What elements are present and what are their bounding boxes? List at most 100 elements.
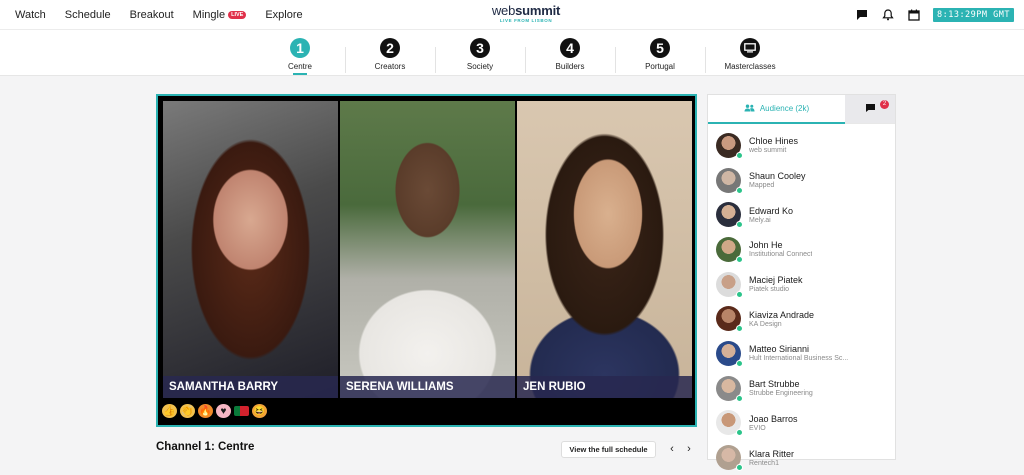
person-company: Rentech1 bbox=[749, 459, 779, 467]
stage-label-centre: Centre bbox=[287, 62, 312, 71]
stage-number-5: 5 bbox=[650, 38, 670, 58]
nav-breakout-label: Breakout bbox=[129, 9, 174, 21]
panel-tabs: Audience (2k) 2 bbox=[708, 95, 895, 124]
tab-audience[interactable]: Audience (2k) bbox=[708, 95, 845, 124]
avatar bbox=[716, 340, 743, 367]
avatar bbox=[716, 375, 743, 402]
view-schedule-button[interactable]: View the full schedule bbox=[561, 441, 656, 458]
portugal-flag-icon[interactable] bbox=[234, 406, 249, 416]
stage-number-4: 4 bbox=[560, 38, 580, 58]
chevron-left-icon[interactable]: ‹ bbox=[666, 441, 678, 457]
tab-creators[interactable]: 2 Creators bbox=[345, 30, 435, 76]
person-name: Chloe Hines bbox=[749, 136, 799, 147]
list-item[interactable]: John He Institutional Connect bbox=[708, 232, 895, 267]
online-status-dot bbox=[736, 394, 743, 402]
tab-centre[interactable]: 1 Centre bbox=[255, 30, 345, 76]
nav-watch-label: Watch bbox=[15, 9, 46, 21]
list-item[interactable]: Chloe Hines web summit bbox=[708, 128, 895, 163]
stage-label-masterclasses: Masterclasses bbox=[724, 62, 776, 71]
list-item[interactable]: Kiaviza Andrade KA Design bbox=[708, 301, 895, 336]
clap-icon[interactable]: 👏 bbox=[180, 404, 195, 418]
list-item[interactable]: Joao Barros EVIO bbox=[708, 406, 895, 441]
chat-unread-badge: 2 bbox=[880, 100, 889, 109]
online-status-dot bbox=[736, 325, 743, 333]
audience-list: Chloe Hines web summit Shaun Cooley Mapped… bbox=[708, 124, 895, 475]
active-tab-indicator bbox=[293, 73, 307, 75]
list-item[interactable]: Bart Strubbe Strubbe Engineering bbox=[708, 371, 895, 406]
avatar bbox=[716, 167, 743, 194]
nav-explore[interactable]: Explore bbox=[265, 9, 302, 21]
audience-panel: Audience (2k) 2 Chloe Hines web summit Sh… bbox=[707, 94, 896, 472]
stage-tabs: 1 Centre 2 Creators 3 Society 4 Builders… bbox=[0, 30, 1024, 76]
chat-icon[interactable] bbox=[855, 8, 869, 22]
avatar bbox=[716, 202, 743, 229]
stage-label-creators: Creators bbox=[374, 62, 406, 71]
websummit-logo[interactable]: websummit LIVE FROM LISBON bbox=[491, 3, 561, 23]
nav-schedule[interactable]: Schedule bbox=[65, 9, 111, 21]
person-name: Kiaviza Andrade bbox=[749, 309, 815, 320]
avatar bbox=[716, 410, 743, 437]
live-badge: LIVE bbox=[228, 11, 247, 19]
calendar-icon[interactable] bbox=[907, 8, 921, 22]
avatar bbox=[716, 132, 743, 159]
online-status-dot bbox=[736, 464, 743, 472]
primary-nav: Watch Schedule Breakout Mingle LIVE Explo… bbox=[15, 0, 322, 30]
list-item[interactable]: Edward Ko Mely.ai bbox=[708, 197, 895, 232]
online-status-dot bbox=[736, 151, 743, 159]
speaker-name-bar: SERENA WILLIAMS bbox=[340, 376, 515, 398]
online-status-dot bbox=[736, 221, 743, 229]
list-item[interactable]: Matteo Sirianni Hult International Busine… bbox=[708, 336, 895, 371]
tab-society[interactable]: 3 Society bbox=[435, 30, 525, 76]
reaction-bar: 👍 👏 🔥 ♥ 😆 bbox=[162, 404, 267, 418]
tab-chat[interactable]: 2 bbox=[845, 95, 895, 123]
person-name: Maciej Piatek bbox=[749, 275, 803, 286]
person-company: KA Design bbox=[749, 320, 782, 328]
online-status-dot bbox=[736, 186, 743, 194]
speaker-video-feed bbox=[163, 101, 338, 398]
stage-label-portugal: Portugal bbox=[645, 62, 675, 71]
person-company: Institutional Connect bbox=[749, 251, 813, 259]
thumbs-up-icon[interactable]: 👍 bbox=[162, 404, 177, 418]
speaker-tile: SERENA WILLIAMS bbox=[340, 101, 515, 398]
laugh-icon[interactable]: 😆 bbox=[252, 404, 267, 418]
stage-number-2: 2 bbox=[380, 38, 400, 58]
audience-tab-label: Audience (2k) bbox=[759, 104, 810, 113]
chevron-right-icon[interactable]: › bbox=[683, 441, 695, 457]
person-company: Hult International Business Sc... bbox=[749, 355, 849, 363]
avatar bbox=[716, 271, 743, 298]
person-name: Edward Ko bbox=[749, 205, 794, 216]
tab-builders[interactable]: 4 Builders bbox=[525, 30, 615, 76]
online-status-dot bbox=[736, 255, 743, 263]
online-status-dot bbox=[736, 429, 743, 437]
person-name: Joao Barros bbox=[749, 413, 798, 424]
speaker-name-bar: JEN RUBIO bbox=[517, 376, 692, 398]
heart-icon[interactable]: ♥ bbox=[216, 404, 231, 418]
logo-tagline: LIVE FROM LISBON bbox=[499, 18, 553, 23]
speaker-tile: SAMANTHA BARRY bbox=[163, 101, 338, 398]
list-item[interactable]: Shaun Cooley Mapped bbox=[708, 163, 895, 198]
nav-utilities: 8:13:29PM GMT bbox=[855, 7, 1014, 23]
nav-breakout[interactable]: Breakout bbox=[130, 9, 174, 21]
tab-portugal[interactable]: 5 Portugal bbox=[615, 30, 705, 76]
logo-summit: summit bbox=[515, 3, 561, 18]
avatar bbox=[716, 306, 743, 333]
tab-masterclasses[interactable]: Masterclasses bbox=[705, 30, 795, 76]
list-item[interactable]: Klara Ritter Rentech1 bbox=[708, 440, 895, 475]
person-name: John He bbox=[749, 240, 783, 251]
person-name: Klara Ritter bbox=[749, 448, 795, 459]
list-item[interactable]: Maciej Piatek Piatek studio bbox=[708, 267, 895, 302]
speaker-name-bar: SAMANTHA BARRY bbox=[163, 376, 338, 398]
bell-icon[interactable] bbox=[881, 8, 895, 22]
nav-mingle[interactable]: Mingle LIVE bbox=[193, 9, 247, 21]
stage-label-builders: Builders bbox=[555, 62, 585, 71]
person-company: web summit bbox=[749, 147, 787, 155]
speaker-video-feed bbox=[340, 101, 515, 398]
person-company: Mapped bbox=[749, 182, 775, 190]
nav-watch[interactable]: Watch bbox=[15, 9, 46, 21]
video-player[interactable]: SAMANTHA BARRY SERENA WILLIAMS JEN RUBIO… bbox=[156, 94, 697, 427]
nav-explore-label: Explore bbox=[265, 9, 303, 21]
online-status-dot bbox=[736, 290, 743, 298]
stage-number-1: 1 bbox=[290, 38, 310, 58]
logo-web: web bbox=[491, 3, 516, 18]
fire-icon[interactable]: 🔥 bbox=[198, 404, 213, 418]
